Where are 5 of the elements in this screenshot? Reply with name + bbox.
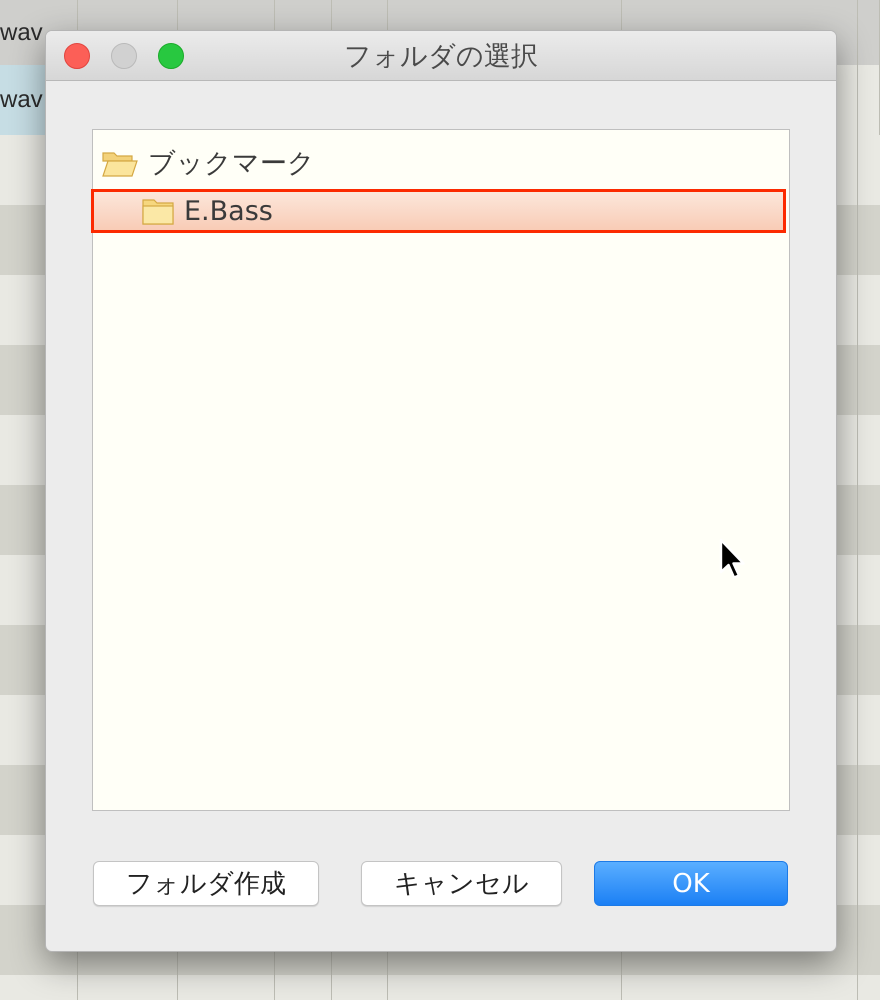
tree-item-label: E.Bass [184, 196, 273, 226]
table-cell: wav [0, 86, 43, 114]
tree-item-label: ブックマーク [148, 147, 315, 181]
table-cell: wav [0, 18, 43, 46]
window-title: フォルダの選択 [344, 40, 538, 74]
